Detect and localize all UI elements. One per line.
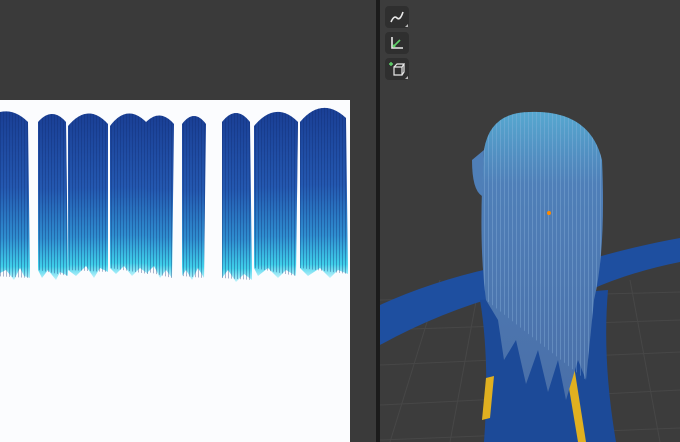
hair-texture-image xyxy=(0,107,348,282)
tool-submenu-indicator xyxy=(405,76,408,79)
add-cube-tool-button[interactable] xyxy=(385,58,409,80)
measure-icon xyxy=(391,37,403,49)
tool-submenu-indicator xyxy=(405,24,408,27)
hair-strip xyxy=(222,113,252,282)
viewport-toolbar xyxy=(385,6,413,80)
hair-strip xyxy=(300,107,348,279)
origin-point[interactable] xyxy=(547,211,551,215)
measure-tool-button[interactable] xyxy=(385,32,409,54)
uv-texture-canvas[interactable] xyxy=(0,100,350,442)
hair-strip xyxy=(182,116,206,280)
annotate-icon xyxy=(390,11,404,23)
hair-strip xyxy=(146,115,174,278)
hair-strip xyxy=(254,111,298,279)
viewport-scene xyxy=(380,111,680,442)
3d-viewport[interactable] xyxy=(380,0,680,442)
hair-strip xyxy=(110,113,148,276)
hair-strip xyxy=(68,113,108,278)
uv-editor-panel[interactable] xyxy=(0,0,378,442)
hair-strip xyxy=(38,114,68,280)
annotate-tool-button[interactable] xyxy=(385,6,409,28)
add-cube-icon xyxy=(389,62,405,76)
hair-strip xyxy=(0,111,30,280)
